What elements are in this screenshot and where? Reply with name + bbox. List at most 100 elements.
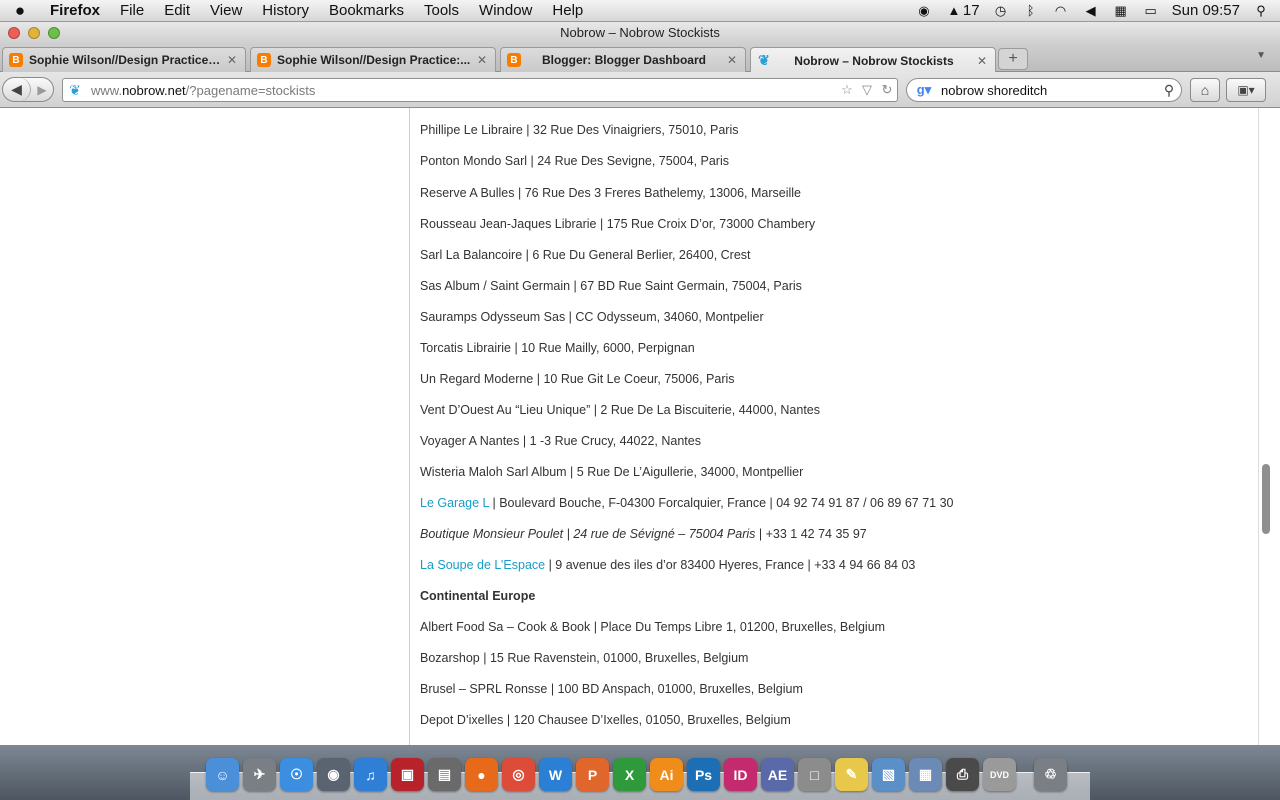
- stockist-entry: Vent D’Ouest Au “Lieu Unique” | 2 Rue De…: [420, 403, 821, 417]
- search-bar[interactable]: g▾ nobrow shoreditch ⚲: [906, 78, 1182, 102]
- google-engine-icon[interactable]: g▾: [907, 82, 941, 98]
- photo-booth-icon[interactable]: ▣: [391, 758, 424, 791]
- itunes-icon[interactable]: ♫: [354, 758, 387, 791]
- apple-menu-icon[interactable]: ●: [0, 1, 40, 21]
- word-icon[interactable]: W: [539, 758, 572, 791]
- calendar-icon[interactable]: ▦: [1112, 3, 1130, 18]
- tab-strip: B Sophie Wilson//Design Practice:... ✕ B…: [0, 44, 1280, 73]
- powerpoint-icon[interactable]: P: [576, 758, 609, 791]
- page-viewport: Phillipe Le Libraire | 32 Rue Des Vinaig…: [0, 108, 1280, 745]
- bookmarks-menu-button[interactable]: ▣▾: [1226, 78, 1266, 102]
- window-title-bar: Nobrow – Nobrow Stockists: [0, 22, 1280, 44]
- illustrator-icon[interactable]: Ai: [650, 758, 683, 791]
- stockist-entry: Depot D’ixelles | 120 Chausee D’Ixelles,…: [420, 713, 791, 727]
- preview-icon[interactable]: ▧: [872, 758, 905, 791]
- vertical-scrollbar[interactable]: [1259, 108, 1280, 745]
- image-capture-icon[interactable]: ▦: [909, 758, 942, 791]
- search-input[interactable]: nobrow shoreditch: [941, 83, 1157, 98]
- tab-label: Nobrow – Nobrow Stockists: [794, 53, 954, 68]
- stockist-entry: Sas Album / Saint Germain | 67 BD Rue Sa…: [420, 279, 802, 293]
- forward-button[interactable]: ▶: [31, 77, 53, 102]
- le-garage-link[interactable]: Le Garage L: [420, 496, 489, 510]
- excel-icon[interactable]: X: [613, 758, 646, 791]
- volume-icon[interactable]: ◀: [1082, 3, 1100, 18]
- tab-blogger-dashboard[interactable]: B Blogger: Blogger Dashboard ✕: [500, 47, 746, 72]
- url-history-dropdown-icon[interactable]: ▽: [857, 82, 877, 98]
- tab-nobrow-stockists[interactable]: ❦ Nobrow – Nobrow Stockists ✕: [750, 47, 996, 73]
- tab-label: Sophie Wilson//Design Practice:...: [277, 53, 471, 67]
- after-effects-icon[interactable]: AE: [761, 758, 794, 791]
- stockist-entry: Un Regard Moderne | 10 Rue Git Le Coeur,…: [420, 372, 735, 386]
- back-button[interactable]: ◀: [3, 77, 31, 102]
- stockist-entry: Albert Food Sa – Cook & Book | Place Du …: [420, 620, 886, 634]
- menu-bookmarks[interactable]: Bookmarks: [319, 2, 414, 19]
- url-host: nobrow.net: [122, 82, 186, 98]
- tab-close-icon[interactable]: ✕: [727, 53, 737, 67]
- menu-history[interactable]: History: [252, 2, 319, 19]
- url-bar[interactable]: ❦ www.nobrow.net/?pagename=stockists ☆ ▽…: [62, 78, 898, 102]
- menu-file[interactable]: File: [110, 2, 154, 19]
- menu-edit[interactable]: Edit: [154, 2, 200, 19]
- search-icon[interactable]: ⚲: [1157, 82, 1181, 99]
- iphoto-icon[interactable]: ▤: [428, 758, 461, 791]
- navigation-toolbar: ◀ ▶ ❦ www.nobrow.net/?pagename=stockists…: [0, 72, 1280, 108]
- menu-help[interactable]: Help: [542, 2, 593, 19]
- menu-tools[interactable]: Tools: [414, 2, 469, 19]
- home-button[interactable]: ⌂: [1190, 78, 1220, 102]
- chrome-icon[interactable]: ◎: [502, 758, 535, 791]
- indesign-icon[interactable]: ID: [724, 758, 757, 791]
- list-all-tabs-icon[interactable]: ▼: [1256, 50, 1266, 61]
- tab-close-icon[interactable]: ✕: [477, 53, 487, 67]
- facetime-icon[interactable]: ◉: [317, 758, 350, 791]
- url-text[interactable]: www.nobrow.net/?pagename=stockists: [87, 83, 837, 98]
- blogger-icon: B: [507, 53, 521, 67]
- menu-extras: ◉ ▲ 17 ◷ ᛒ ◠ ◀ ▦ ▭ Sun 09:57 ⚲: [915, 2, 1280, 19]
- firefox-icon[interactable]: ●: [465, 758, 498, 791]
- new-tab-button[interactable]: +: [998, 48, 1028, 70]
- adobe-updater-status[interactable]: ▲ 17: [945, 2, 979, 19]
- spotlight-search-icon[interactable]: ⚲: [1252, 3, 1270, 18]
- scrollbar-thumb[interactable]: [1262, 464, 1270, 534]
- evernote-icon[interactable]: ◉: [915, 3, 933, 18]
- stockist-entry: Rousseau Jean-Jaques Librarie | 175 Rue …: [420, 217, 816, 231]
- monsieur-poulet-name: Boutique Monsieur Poulet | 24 rue de Sév…: [420, 527, 756, 541]
- dvd-player-icon[interactable]: DVD: [983, 758, 1016, 791]
- reload-icon[interactable]: ↻: [877, 82, 897, 98]
- finder-icon[interactable]: ☺: [206, 758, 239, 791]
- monsieur-poulet-phone: | +33 1 42 74 35 97: [755, 527, 867, 541]
- bookmark-star-icon[interactable]: ☆: [837, 82, 857, 98]
- tab-design-practice-2[interactable]: B Sophie Wilson//Design Practice:... ✕: [250, 47, 496, 72]
- trash-icon[interactable]: ♲: [1034, 758, 1067, 791]
- launchpad-icon[interactable]: ✈: [243, 758, 276, 791]
- menu-app-firefox[interactable]: Firefox: [40, 2, 110, 19]
- stockist-entry: Phillipe Le Libraire | 32 Rue Des Vinaig…: [420, 123, 739, 137]
- time-machine-icon[interactable]: ◷: [992, 3, 1010, 18]
- window-minimize-button[interactable]: [28, 27, 40, 39]
- stickies-icon[interactable]: ✎: [835, 758, 868, 791]
- menu-view[interactable]: View: [200, 2, 252, 19]
- tab-label: Sophie Wilson//Design Practice:...: [29, 53, 221, 67]
- site-identity-icon[interactable]: ❦: [63, 82, 87, 99]
- menu-window[interactable]: Window: [469, 2, 542, 19]
- stockist-entry-le-garage: Le Garage L | Boulevard Bouche, F-04300 …: [420, 496, 953, 510]
- stockist-entry: Torcatis Librairie | 10 Rue Mailly, 6000…: [420, 341, 695, 355]
- printer-icon[interactable]: ⎙: [946, 758, 979, 791]
- camera-icon[interactable]: □: [798, 758, 831, 791]
- battery-icon[interactable]: ▭: [1142, 3, 1160, 18]
- safari-icon[interactable]: ☉: [280, 758, 313, 791]
- clock[interactable]: Sun 09:57: [1172, 2, 1240, 19]
- window-title: Nobrow – Nobrow Stockists: [560, 25, 720, 40]
- tab-close-icon[interactable]: ✕: [977, 54, 987, 68]
- bluetooth-icon[interactable]: ᛒ: [1022, 3, 1040, 18]
- window-close-button[interactable]: [8, 27, 20, 39]
- photoshop-icon[interactable]: Ps: [687, 758, 720, 791]
- bird-icon: ❦: [758, 52, 770, 68]
- tab-label: Blogger: Blogger Dashboard: [541, 53, 706, 67]
- tab-design-practice-1[interactable]: B Sophie Wilson//Design Practice:... ✕: [2, 47, 246, 72]
- stockist-entry: Bozarshop | 15 Rue Ravenstein, 01000, Br…: [420, 651, 749, 665]
- window-zoom-button[interactable]: [48, 27, 60, 39]
- stockist-entry: Wisteria Maloh Sarl Album | 5 Rue De L’A…: [420, 465, 804, 479]
- la-soupe-link[interactable]: La Soupe de L’Espace: [420, 558, 545, 572]
- tab-close-icon[interactable]: ✕: [227, 53, 237, 67]
- wifi-icon[interactable]: ◠: [1052, 3, 1070, 18]
